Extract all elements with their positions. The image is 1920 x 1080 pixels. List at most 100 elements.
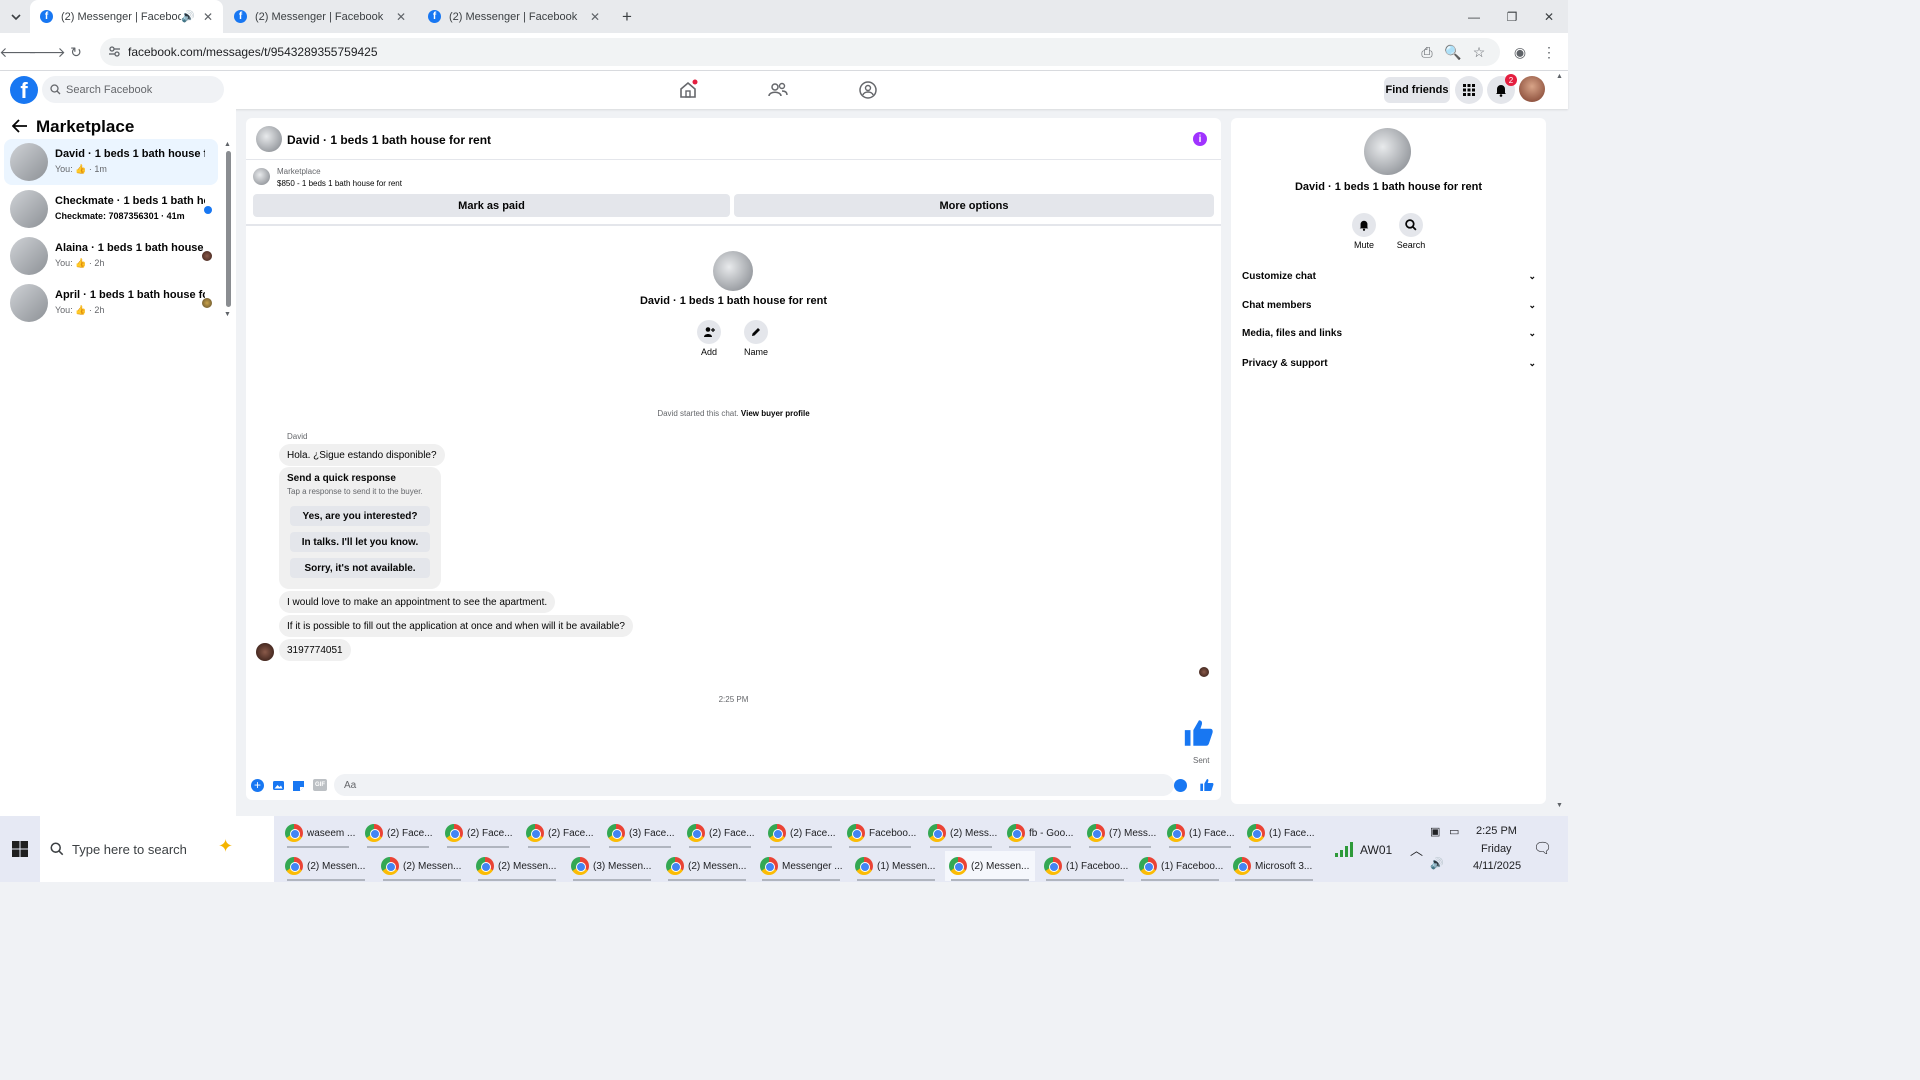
volume-icon[interactable]: 🔊	[1430, 857, 1444, 870]
url-field[interactable]: facebook.com/messages/t/9543289355759425	[100, 38, 1500, 66]
taskbar-app-button[interactable]: Microsoft 3...	[1229, 851, 1319, 881]
taskbar-app-button[interactable]: fb - Goo...	[1003, 818, 1077, 848]
info-profile-photo[interactable]	[1364, 128, 1411, 175]
more-options-button[interactable]: More options	[734, 194, 1214, 217]
page-scroll-up-arrow-icon[interactable]: ▲	[1556, 73, 1563, 80]
taskbar-app-button[interactable]: Faceboo...	[843, 818, 917, 848]
bookmark-star-icon[interactable]: ☆	[1468, 41, 1490, 63]
profile-photo[interactable]	[713, 251, 753, 291]
taskbar-app-button[interactable]: waseem ...	[281, 818, 355, 848]
taskbar-app-button[interactable]: (7) Mess...	[1083, 818, 1157, 848]
install-app-icon[interactable]: ⎙	[1416, 41, 1438, 63]
network-status-icon[interactable]	[1334, 840, 1354, 858]
scroll-thumb[interactable]	[226, 151, 231, 307]
taskbar-app-button[interactable]: (2) Face...	[361, 818, 435, 848]
speaker-icon[interactable]: 🔊	[181, 10, 195, 23]
conversation-item[interactable]: Checkmate · 1 beds 1 bath ho... Checkmat…	[4, 186, 218, 232]
emoji-icon[interactable]	[1174, 779, 1187, 792]
clock-date[interactable]: 4/11/2025	[1473, 860, 1521, 872]
site-info-icon[interactable]	[108, 45, 121, 58]
close-tab-icon[interactable]: ✕	[203, 10, 213, 24]
taskbar-app-button[interactable]: (1) Faceboo...	[1135, 851, 1225, 881]
new-tab-plus-icon[interactable]: +	[617, 7, 637, 27]
gif-icon[interactable]: GIF	[313, 779, 327, 791]
meet-now-icon[interactable]: ▣	[1430, 825, 1440, 838]
minimize-window-button[interactable]: —	[1455, 0, 1493, 33]
quick-response-option[interactable]: Yes, are you interested?	[290, 506, 430, 526]
taskbar-app-button[interactable]: (3) Face...	[603, 818, 677, 848]
conversation-scrollbar[interactable]: ▲ ▼	[224, 141, 232, 318]
close-window-button[interactable]: ✕	[1530, 0, 1568, 33]
message-input[interactable]: Aa	[334, 774, 1174, 796]
scroll-down-arrow-icon[interactable]: ▼	[224, 311, 231, 318]
browser-tab-2[interactable]: f (2) Messenger | Facebook ✕	[224, 0, 416, 33]
taskbar-app-button[interactable]: (2) Messen...	[377, 851, 467, 881]
taskbar-app-button[interactable]: (2) Messen...	[662, 851, 752, 881]
reload-button[interactable]: ↻	[65, 41, 87, 63]
taskbar-app-button[interactable]: Messenger ...	[756, 851, 846, 881]
taskbar-app-button[interactable]: (1) Face...	[1243, 818, 1317, 848]
taskbar-app-button[interactable]: (3) Messen...	[567, 851, 657, 881]
close-tab-icon[interactable]: ✕	[590, 10, 600, 24]
listing-row[interactable]: Marketplace $850 - 1 beds 1 bath house f…	[246, 162, 1221, 192]
friends-icon[interactable]	[767, 79, 789, 101]
customize-chat-section[interactable]: Customize chat ⌄	[1242, 266, 1536, 286]
profile-icon[interactable]: ◉	[1509, 41, 1531, 63]
windows-start-button[interactable]	[0, 816, 40, 882]
zoom-icon[interactable]: 🔍	[1442, 41, 1464, 63]
privacy-support-section[interactable]: Privacy & support ⌄	[1242, 353, 1536, 373]
groups-icon[interactable]	[857, 79, 879, 101]
taskbar-app-button[interactable]: (1) Messen...	[851, 851, 941, 881]
mute-button[interactable]	[1352, 213, 1376, 237]
sticker-icon[interactable]	[292, 779, 305, 792]
taskbar-app-button[interactable]: (2) Messen...	[472, 851, 562, 881]
quick-response-option[interactable]: In talks. I'll let you know.	[290, 532, 430, 552]
clock-time[interactable]: 2:25 PM	[1476, 825, 1517, 837]
facebook-search-input[interactable]: Search Facebook	[42, 76, 224, 103]
info-icon[interactable]: i	[1193, 132, 1207, 146]
taskbar-app-button[interactable]: (1) Faceboo...	[1040, 851, 1130, 881]
facebook-logo-icon[interactable]: f	[10, 76, 38, 104]
taskbar-app-button[interactable]: (2) Face...	[522, 818, 596, 848]
notification-center-icon[interactable]: 🗨	[1533, 839, 1552, 857]
taskbar-app-button[interactable]: (2) Face...	[683, 818, 757, 848]
taskbar-app-button[interactable]: (2) Face...	[764, 818, 838, 848]
mark-as-paid-button[interactable]: Mark as paid	[253, 194, 730, 217]
back-button[interactable]: 🡐	[0, 41, 37, 63]
back-arrow-icon[interactable]	[12, 119, 28, 133]
browser-tab-3[interactable]: f (2) Messenger | Facebook ✕	[418, 0, 610, 33]
taskbar-app-button[interactable]: (2) Face...	[441, 818, 515, 848]
taskbar-app-button[interactable]: (2) Messen...	[281, 851, 371, 881]
taskbar-app-button[interactable]: (2) Mess...	[924, 818, 998, 848]
scroll-up-arrow-icon[interactable]: ▲	[224, 141, 231, 148]
forward-button[interactable]: 🡒	[28, 41, 66, 63]
chat-members-section[interactable]: Chat members ⌄	[1242, 295, 1536, 315]
quick-response-option[interactable]: Sorry, it's not available.	[290, 558, 430, 578]
conversation-item[interactable]: Alaina · 1 beds 1 bath house f... You: 👍…	[4, 233, 218, 279]
media-files-links-section[interactable]: Media, files and links ⌄	[1242, 323, 1536, 343]
menu-grid-button[interactable]	[1455, 76, 1483, 104]
restore-window-button[interactable]: ❐	[1493, 0, 1531, 33]
tab-search-chevron-icon[interactable]	[8, 9, 24, 25]
display-icon[interactable]: ▭	[1449, 825, 1459, 838]
find-friends-button[interactable]: Find friends	[1384, 77, 1450, 103]
show-hidden-icons-chevron-icon[interactable]: ︿	[1410, 840, 1423, 859]
chat-avatar[interactable]	[256, 126, 282, 152]
taskbar-app-button[interactable]: (2) Messen...	[945, 851, 1035, 881]
page-scroll-down-arrow-icon[interactable]: ▼	[1556, 802, 1563, 809]
like-button-icon[interactable]	[1199, 777, 1215, 793]
chat-title[interactable]: David · 1 beds 1 bath house for rent	[287, 133, 491, 147]
photo-icon[interactable]	[272, 779, 285, 792]
profile-avatar[interactable]	[1519, 76, 1545, 102]
home-icon[interactable]	[677, 79, 699, 101]
search-conversation-button[interactable]	[1399, 213, 1423, 237]
view-buyer-profile-link[interactable]: View buyer profile	[741, 409, 810, 418]
browser-tab-1[interactable]: f (2) Messenger | Facebook 🔊 ✕	[30, 0, 223, 33]
browser-menu-icon[interactable]: ⋮	[1538, 41, 1560, 63]
conversation-item[interactable]: David · 1 beds 1 bath house for ... You:…	[4, 139, 218, 185]
taskbar-search-box[interactable]: Type here to search ✦	[40, 816, 274, 882]
edit-name-button[interactable]	[744, 320, 768, 344]
conversation-item[interactable]: April · 1 beds 1 bath house for... You: …	[4, 280, 218, 326]
plus-icon[interactable]: +	[251, 779, 264, 792]
add-person-button[interactable]	[697, 320, 721, 344]
